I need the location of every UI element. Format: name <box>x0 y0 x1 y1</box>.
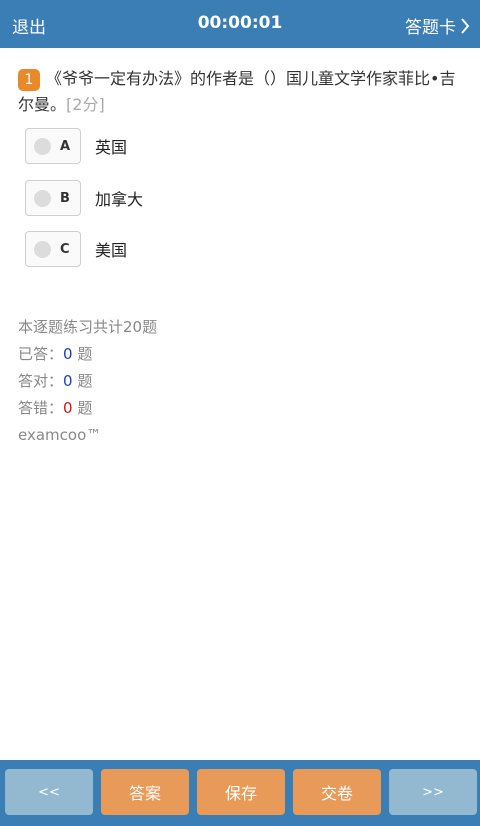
correct-label: 答对： <box>18 372 64 390</box>
option-c[interactable]: C 美国 <box>25 231 127 267</box>
option-b[interactable]: B 加拿大 <box>25 180 143 216</box>
radio-circle-icon <box>34 240 51 258</box>
unit: 题 <box>77 372 93 390</box>
wrong-label: 答错： <box>18 399 64 417</box>
option-text[interactable]: 加拿大 <box>95 186 143 210</box>
unit: 题 <box>77 345 93 363</box>
correct-count: 0 <box>63 372 73 390</box>
option-a[interactable]: A 英国 <box>25 128 127 164</box>
answer-button[interactable]: 答案 <box>101 769 189 815</box>
wrong-row: 答错：0 题 <box>18 395 157 422</box>
submit-button[interactable]: 交卷 <box>293 769 381 815</box>
option-text[interactable]: 美国 <box>95 237 127 261</box>
option-text[interactable]: 英国 <box>95 134 127 158</box>
option-letter: B <box>60 190 70 206</box>
question: 1 《爷爷一定有办法》的作者是（）国儿童文学作家菲比•吉尔曼。[2分] <box>18 66 466 118</box>
chevron-right-icon <box>461 17 470 34</box>
brand-label: examcoo™ <box>18 426 102 444</box>
answered-count: 0 <box>63 345 73 363</box>
answered-row: 已答：0 题 <box>18 341 157 368</box>
prev-button[interactable]: << <box>5 769 93 815</box>
correct-row: 答对：0 题 <box>18 368 157 395</box>
radio-circle-icon <box>34 137 51 155</box>
option-letter: C <box>60 241 70 257</box>
practice-stats: 本逐题练习共计20题 已答：0 题 答对：0 题 答错：0 题 examcoo™ <box>18 314 157 449</box>
radio-circle-icon <box>34 189 51 207</box>
option-c-selector[interactable]: C <box>25 231 81 267</box>
answer-card-button[interactable]: 答题卡 <box>405 13 470 38</box>
answer-card-label: 答题卡 <box>405 18 456 38</box>
next-button[interactable]: >> <box>389 769 477 815</box>
option-b-selector[interactable]: B <box>25 180 81 216</box>
top-bar: 退出 00:00:01 答题卡 <box>0 0 480 48</box>
total-questions: 本逐题练习共计20题 <box>18 318 158 336</box>
answered-label: 已答： <box>18 345 64 363</box>
question-number-badge: 1 <box>18 68 40 91</box>
option-a-selector[interactable]: A <box>25 128 81 164</box>
wrong-count: 0 <box>63 399 73 417</box>
bottom-toolbar: << 答案 保存 交卷 >> <box>0 760 480 826</box>
question-score: [2分] <box>66 95 105 114</box>
unit: 题 <box>77 399 93 417</box>
option-letter: A <box>60 138 71 154</box>
save-button[interactable]: 保存 <box>197 769 285 815</box>
